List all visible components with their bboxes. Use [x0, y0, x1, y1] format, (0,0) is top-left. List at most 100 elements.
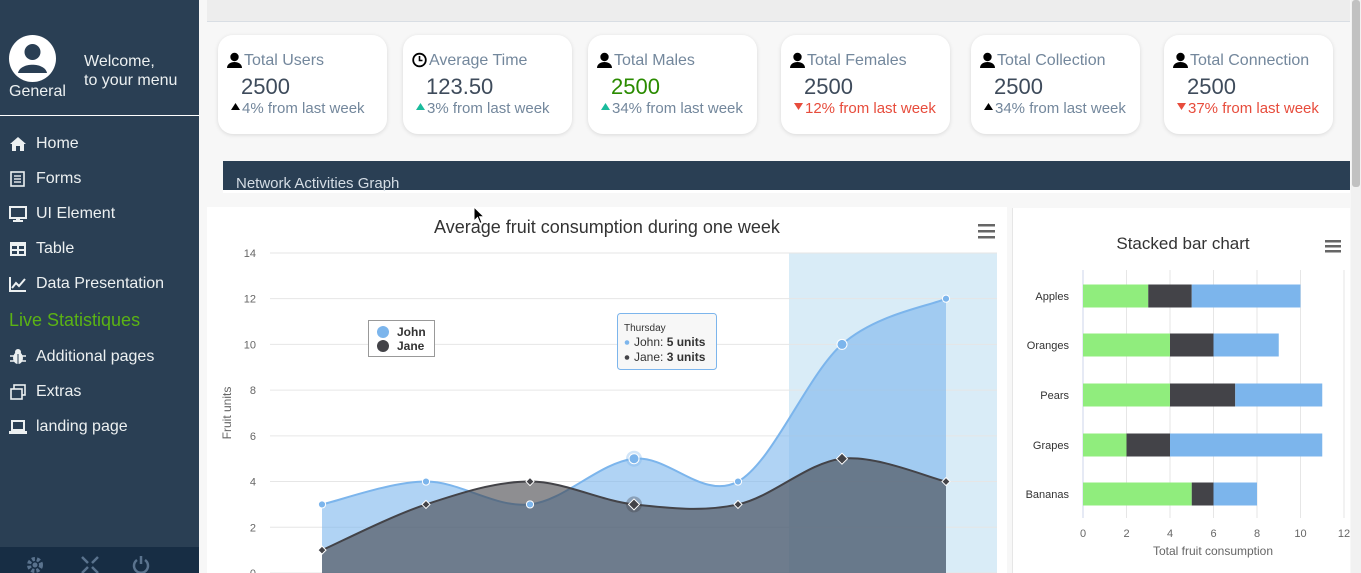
trend-down-icon	[1177, 103, 1186, 110]
nav-forms[interactable]: Forms	[9, 167, 81, 191]
tooltip-colon: :	[660, 350, 667, 364]
trend-down-icon	[794, 103, 803, 110]
hamburger-icon[interactable]	[1325, 240, 1341, 253]
nav-table-label: Table	[36, 240, 75, 257]
stat-change-value: 12%	[805, 100, 836, 117]
top-nav-bar	[207, 0, 1350, 22]
table-icon	[10, 242, 26, 256]
data-point	[733, 477, 743, 486]
nav-ui-element[interactable]: UI Element	[9, 202, 115, 226]
bar-segment	[1170, 433, 1323, 457]
bar-chart-x-label: Total fruit consumption	[1153, 544, 1273, 558]
stat-change: 34% from last week	[995, 100, 1126, 117]
tooltip-value: 5 units	[667, 335, 706, 349]
x-tick-label: 0	[1080, 528, 1086, 540]
stat-card: Average Time 123.50 3% from last week	[403, 35, 572, 134]
stat-value: 2500	[611, 74, 660, 99]
data-point	[421, 477, 431, 486]
stat-change-suffix: from last week	[1025, 100, 1126, 117]
fullscreen-icon[interactable]	[80, 555, 100, 573]
nav-live-statistiques[interactable]: Live Statistiques	[9, 310, 140, 331]
legend-marker	[377, 326, 389, 338]
stat-value: 2500	[1187, 74, 1236, 99]
nav-additional-pages[interactable]: Additional pages	[9, 345, 154, 369]
nav-ui-element-label: UI Element	[36, 205, 116, 222]
bar-segment	[1126, 433, 1170, 457]
sidebar: General Welcome, to your menu Home Forms…	[0, 0, 199, 573]
stat-card: Total Females 2500 12% from last week	[781, 35, 950, 134]
nav-extras[interactable]: Extras	[9, 380, 81, 404]
nav-home[interactable]: Home	[9, 132, 79, 156]
avatar-icon[interactable]	[9, 35, 56, 82]
category-label: Bananas	[1026, 489, 1070, 501]
stat-value: 2500	[994, 74, 1043, 99]
nav-landing-page[interactable]: landing page	[9, 415, 128, 439]
nav-data-presentation[interactable]: Data Presentation	[9, 272, 164, 296]
y-tick-label: 6	[250, 431, 256, 443]
hamburger-bar	[978, 224, 995, 227]
trend-up-icon	[416, 103, 425, 110]
area-chart[interactable]: 02468101214Average fruit consumption dur…	[207, 207, 1007, 573]
hamburger-icon[interactable]	[978, 224, 995, 239]
windows-icon	[10, 384, 26, 400]
stat-label: Total Users	[244, 52, 325, 69]
nav-forms-label: Forms	[36, 170, 82, 187]
tooltip-series-name: John	[634, 335, 660, 349]
welcome-text: Welcome,	[84, 53, 155, 70]
category-label: Grapes	[1033, 440, 1070, 452]
tooltip-colon: :	[660, 335, 667, 349]
bar-segment	[1170, 383, 1236, 407]
nav-table[interactable]: Table	[9, 237, 74, 261]
stat-change-suffix: from last week	[448, 100, 550, 117]
mouse-cursor-icon	[473, 206, 486, 225]
home-icon	[10, 137, 26, 151]
stat-change: 37% from last week	[1188, 100, 1319, 117]
desktop-icon	[9, 206, 27, 222]
category-label: Apples	[1035, 291, 1069, 303]
trend-up-icon	[984, 103, 993, 110]
data-point	[525, 500, 535, 509]
y-tick-label: 14	[244, 248, 256, 260]
area-chart-panel: 02468101214Average fruit consumption dur…	[207, 207, 1007, 573]
bar-segment	[1213, 482, 1257, 506]
clock-icon	[412, 52, 427, 68]
tooltip-line: Jane: 3 units	[634, 350, 706, 364]
stat-change-value: 34%	[995, 100, 1026, 117]
tooltip-value: 3 units	[667, 350, 706, 364]
laptop-icon	[9, 420, 27, 434]
bar-segment	[1083, 333, 1170, 357]
hamburger-bar	[1325, 250, 1341, 253]
settings-icon[interactable]	[25, 555, 45, 573]
stat-change: 3% from last week	[427, 100, 550, 117]
data-point	[941, 294, 951, 303]
nav-additional-pages-label: Additional pages	[36, 348, 155, 365]
scrollbar-thumb[interactable]	[1352, 0, 1360, 187]
legend-item-label: Jane	[397, 339, 425, 353]
hamburger-bar	[978, 230, 995, 233]
stat-change-value: 34%	[612, 100, 643, 117]
x-tick-label: 8	[1254, 528, 1260, 540]
bug-icon	[10, 349, 26, 364]
stat-change-value: 3%	[427, 100, 449, 117]
stat-change: 4% from last week	[242, 100, 365, 117]
stacked-bar-chart[interactable]: Stacked bar chart 0 2 4 6 8 10 12 Apples Oranges P…	[1013, 208, 1351, 573]
chart-icon	[9, 277, 26, 292]
x-tick-label: 12	[1338, 528, 1350, 540]
power-icon[interactable]	[131, 555, 151, 573]
tooltip-series-name: Jane	[634, 350, 660, 364]
bar-segment	[1083, 433, 1127, 457]
y-tick-label: 0	[250, 568, 256, 573]
stat-value: 2500	[804, 74, 853, 99]
bar-segment	[1170, 333, 1214, 357]
x-tick-label: 4	[1167, 528, 1173, 540]
area-chart-y-label: Fruit units	[220, 387, 234, 440]
user-icon	[597, 52, 612, 68]
stat-change-suffix: from last week	[263, 100, 365, 117]
network-activities-header: Network Activities Graph	[223, 161, 1350, 193]
stat-value: 2500	[241, 74, 290, 99]
category-label: Pears	[1040, 390, 1069, 402]
stat-change: 34% from last week	[612, 100, 743, 117]
y-tick-label: 2	[250, 522, 256, 534]
tooltip-marker	[624, 340, 630, 345]
bar-segment	[1235, 383, 1323, 407]
